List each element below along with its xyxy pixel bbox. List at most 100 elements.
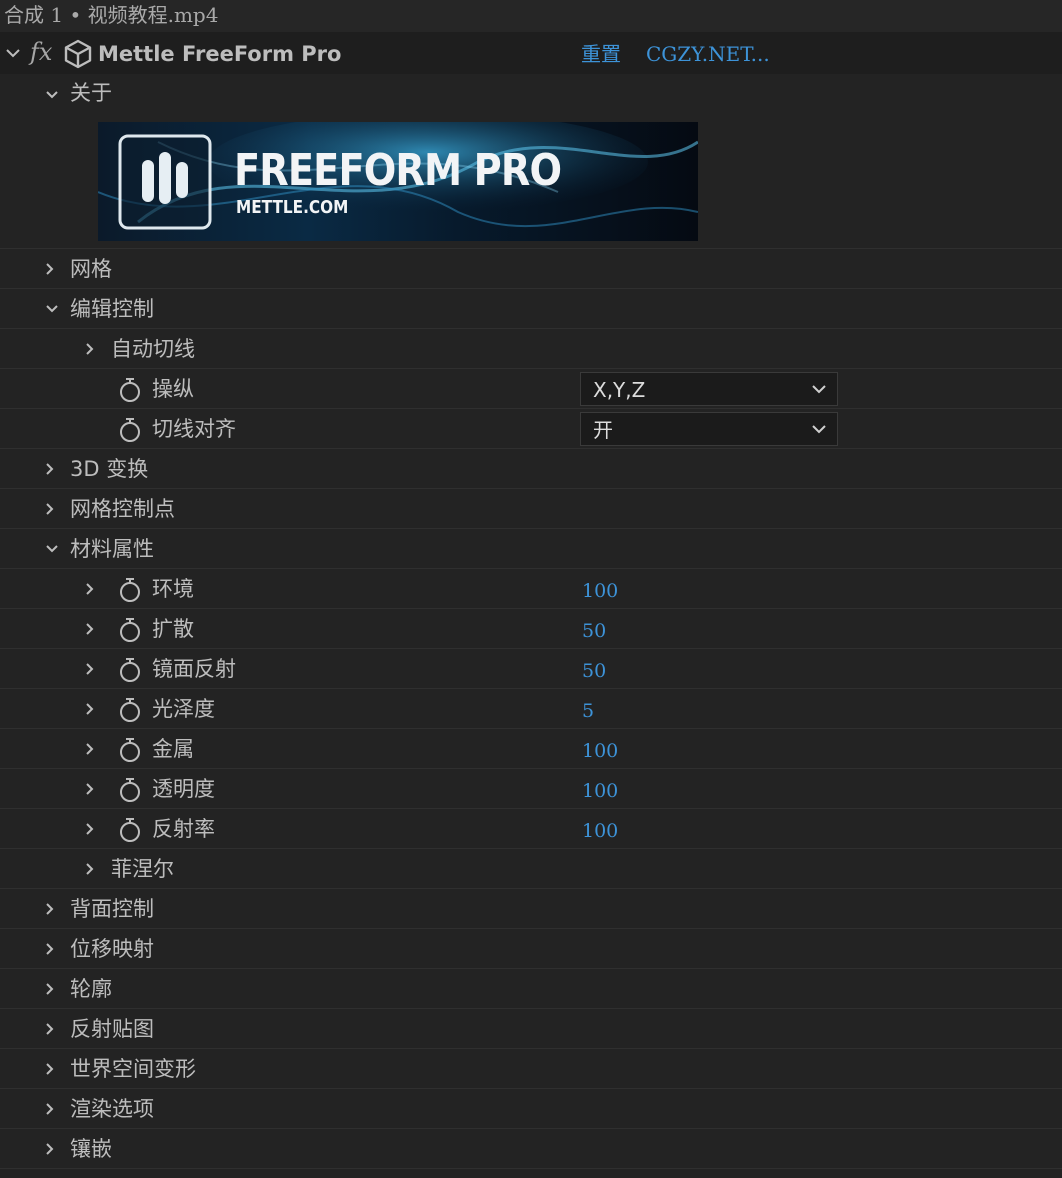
property-value[interactable]: 100 — [582, 809, 618, 853]
group-label: 镶嵌 — [70, 1137, 112, 1161]
group-edit-controls[interactable]: 编辑控制 — [0, 289, 1062, 329]
stopwatch-icon[interactable] — [118, 817, 142, 843]
banner-title: FREEFORM PRO — [234, 145, 562, 196]
group-backface[interactable]: 背面控制 — [0, 889, 1062, 929]
chevron-right-icon[interactable] — [43, 1142, 57, 1156]
property-tangent-align: 切线对齐 开 — [0, 409, 1062, 449]
tangent-align-dropdown[interactable]: 开 — [580, 412, 838, 446]
group-mesh[interactable]: 网格 — [0, 249, 1062, 289]
property-label: 环境 — [152, 577, 194, 601]
group-mesh-points[interactable]: 网格控制点 — [0, 489, 1062, 529]
effect-name: Mettle FreeForm Pro — [98, 42, 342, 66]
chevron-right-icon[interactable] — [83, 822, 97, 836]
chevron-right-icon[interactable] — [83, 702, 97, 716]
chevron-down-icon[interactable] — [45, 88, 59, 102]
property-value[interactable]: 100 — [582, 769, 618, 813]
property-value[interactable]: 5 — [582, 689, 594, 733]
stopwatch-icon[interactable] — [118, 377, 142, 403]
group-world-deform[interactable]: 世界空间变形 — [0, 1049, 1062, 1089]
group-inlay[interactable]: 镶嵌 — [0, 1129, 1062, 1169]
freeform-pro-banner: FREEFORM PRO METTLE.COM — [98, 122, 698, 241]
group-label: 背面控制 — [70, 897, 154, 921]
stopwatch-icon[interactable] — [118, 577, 142, 603]
chevron-right-icon[interactable] — [43, 262, 57, 276]
stopwatch-icon[interactable] — [118, 777, 142, 803]
group-label: 反射贴图 — [70, 1017, 154, 1041]
property-gloss: 光泽度 5 — [0, 689, 1062, 729]
group-label: 材料属性 — [70, 537, 154, 561]
property-label: 光泽度 — [152, 697, 215, 721]
group-reflection-map[interactable]: 反射贴图 — [0, 1009, 1062, 1049]
property-label: 操纵 — [152, 377, 194, 401]
manipulate-dropdown[interactable]: X,Y,Z — [580, 372, 838, 406]
group-label: 世界空间变形 — [70, 1057, 196, 1081]
about-label: 关于 — [70, 81, 112, 105]
dropdown-value: 开 — [593, 418, 613, 442]
property-transparency: 透明度 100 — [0, 769, 1062, 809]
group-fresnel[interactable]: 菲涅尔 — [0, 849, 1062, 889]
group-label: 渲染选项 — [70, 1097, 154, 1121]
property-manipulate: 操纵 X,Y,Z — [0, 369, 1062, 409]
chevron-down-icon — [812, 425, 826, 434]
group-render-options[interactable]: 渲染选项 — [0, 1089, 1062, 1129]
about-link[interactable]: CGZY.NET... — [646, 41, 770, 67]
group-label: 轮廓 — [70, 977, 112, 1001]
stopwatch-icon[interactable] — [118, 417, 142, 443]
chevron-right-icon[interactable] — [43, 1102, 57, 1116]
chevron-right-icon[interactable] — [83, 742, 97, 756]
chevron-right-icon[interactable] — [43, 1022, 57, 1036]
group-label: 菲涅尔 — [111, 857, 174, 881]
property-label: 扩散 — [152, 617, 194, 641]
chevron-right-icon[interactable] — [43, 502, 57, 516]
chevron-right-icon[interactable] — [43, 942, 57, 956]
chevron-right-icon[interactable] — [83, 622, 97, 636]
property-metal: 金属 100 — [0, 729, 1062, 769]
property-value[interactable]: 100 — [582, 729, 618, 773]
chevron-down-icon[interactable] — [45, 302, 59, 316]
chevron-down-icon[interactable] — [45, 542, 59, 556]
property-value[interactable]: 50 — [582, 609, 606, 653]
stopwatch-icon[interactable] — [118, 617, 142, 643]
chevron-right-icon[interactable] — [43, 982, 57, 996]
composition-title: 合成 1 • 视频教程.mp4 — [0, 0, 1062, 32]
group-label: 网格 — [70, 257, 112, 281]
property-value[interactable]: 50 — [582, 649, 606, 693]
stopwatch-icon[interactable] — [118, 697, 142, 723]
group-material[interactable]: 材料属性 — [0, 529, 1062, 569]
chevron-right-icon[interactable] — [83, 662, 97, 676]
property-label: 金属 — [152, 737, 194, 761]
chevron-right-icon[interactable] — [43, 462, 57, 476]
group-label: 编辑控制 — [70, 297, 154, 321]
group-label: 位移映射 — [70, 937, 154, 961]
chevron-right-icon[interactable] — [83, 862, 97, 876]
property-reflectivity: 反射率 100 — [0, 809, 1062, 849]
property-label: 透明度 — [152, 777, 215, 801]
group-auto-tangent[interactable]: 自动切线 — [0, 329, 1062, 369]
banner-subtitle: METTLE.COM — [236, 197, 349, 218]
property-value[interactable]: 100 — [582, 569, 618, 613]
property-ambient: 环境 100 — [0, 569, 1062, 609]
stopwatch-icon[interactable] — [118, 657, 142, 683]
reset-link[interactable]: 重置 — [581, 41, 621, 67]
dropdown-value: X,Y,Z — [593, 378, 646, 402]
group-outline[interactable]: 轮廓 — [0, 969, 1062, 1009]
property-label: 切线对齐 — [152, 417, 236, 441]
group-label: 网格控制点 — [70, 497, 175, 521]
property-label: 镜面反射 — [152, 657, 236, 681]
effect-header[interactable]: fx Mettle FreeForm Pro 重置 CGZY.NET... — [0, 32, 1062, 74]
group-label: 自动切线 — [111, 337, 195, 361]
chevron-right-icon[interactable] — [43, 1062, 57, 1076]
chevron-right-icon[interactable] — [83, 782, 97, 796]
group-label: 3D 变换 — [70, 457, 149, 481]
chevron-down-icon[interactable] — [5, 47, 21, 59]
fx-toggle[interactable]: fx — [30, 38, 52, 66]
group-3d-transform[interactable]: 3D 变换 — [0, 449, 1062, 489]
group-displacement[interactable]: 位移映射 — [0, 929, 1062, 969]
property-label: 反射率 — [152, 817, 215, 841]
stopwatch-icon[interactable] — [118, 737, 142, 763]
chevron-right-icon[interactable] — [83, 342, 97, 356]
chevron-right-icon[interactable] — [43, 902, 57, 916]
chevron-right-icon[interactable] — [83, 582, 97, 596]
property-diffuse: 扩散 50 — [0, 609, 1062, 649]
cube-icon — [64, 39, 92, 69]
